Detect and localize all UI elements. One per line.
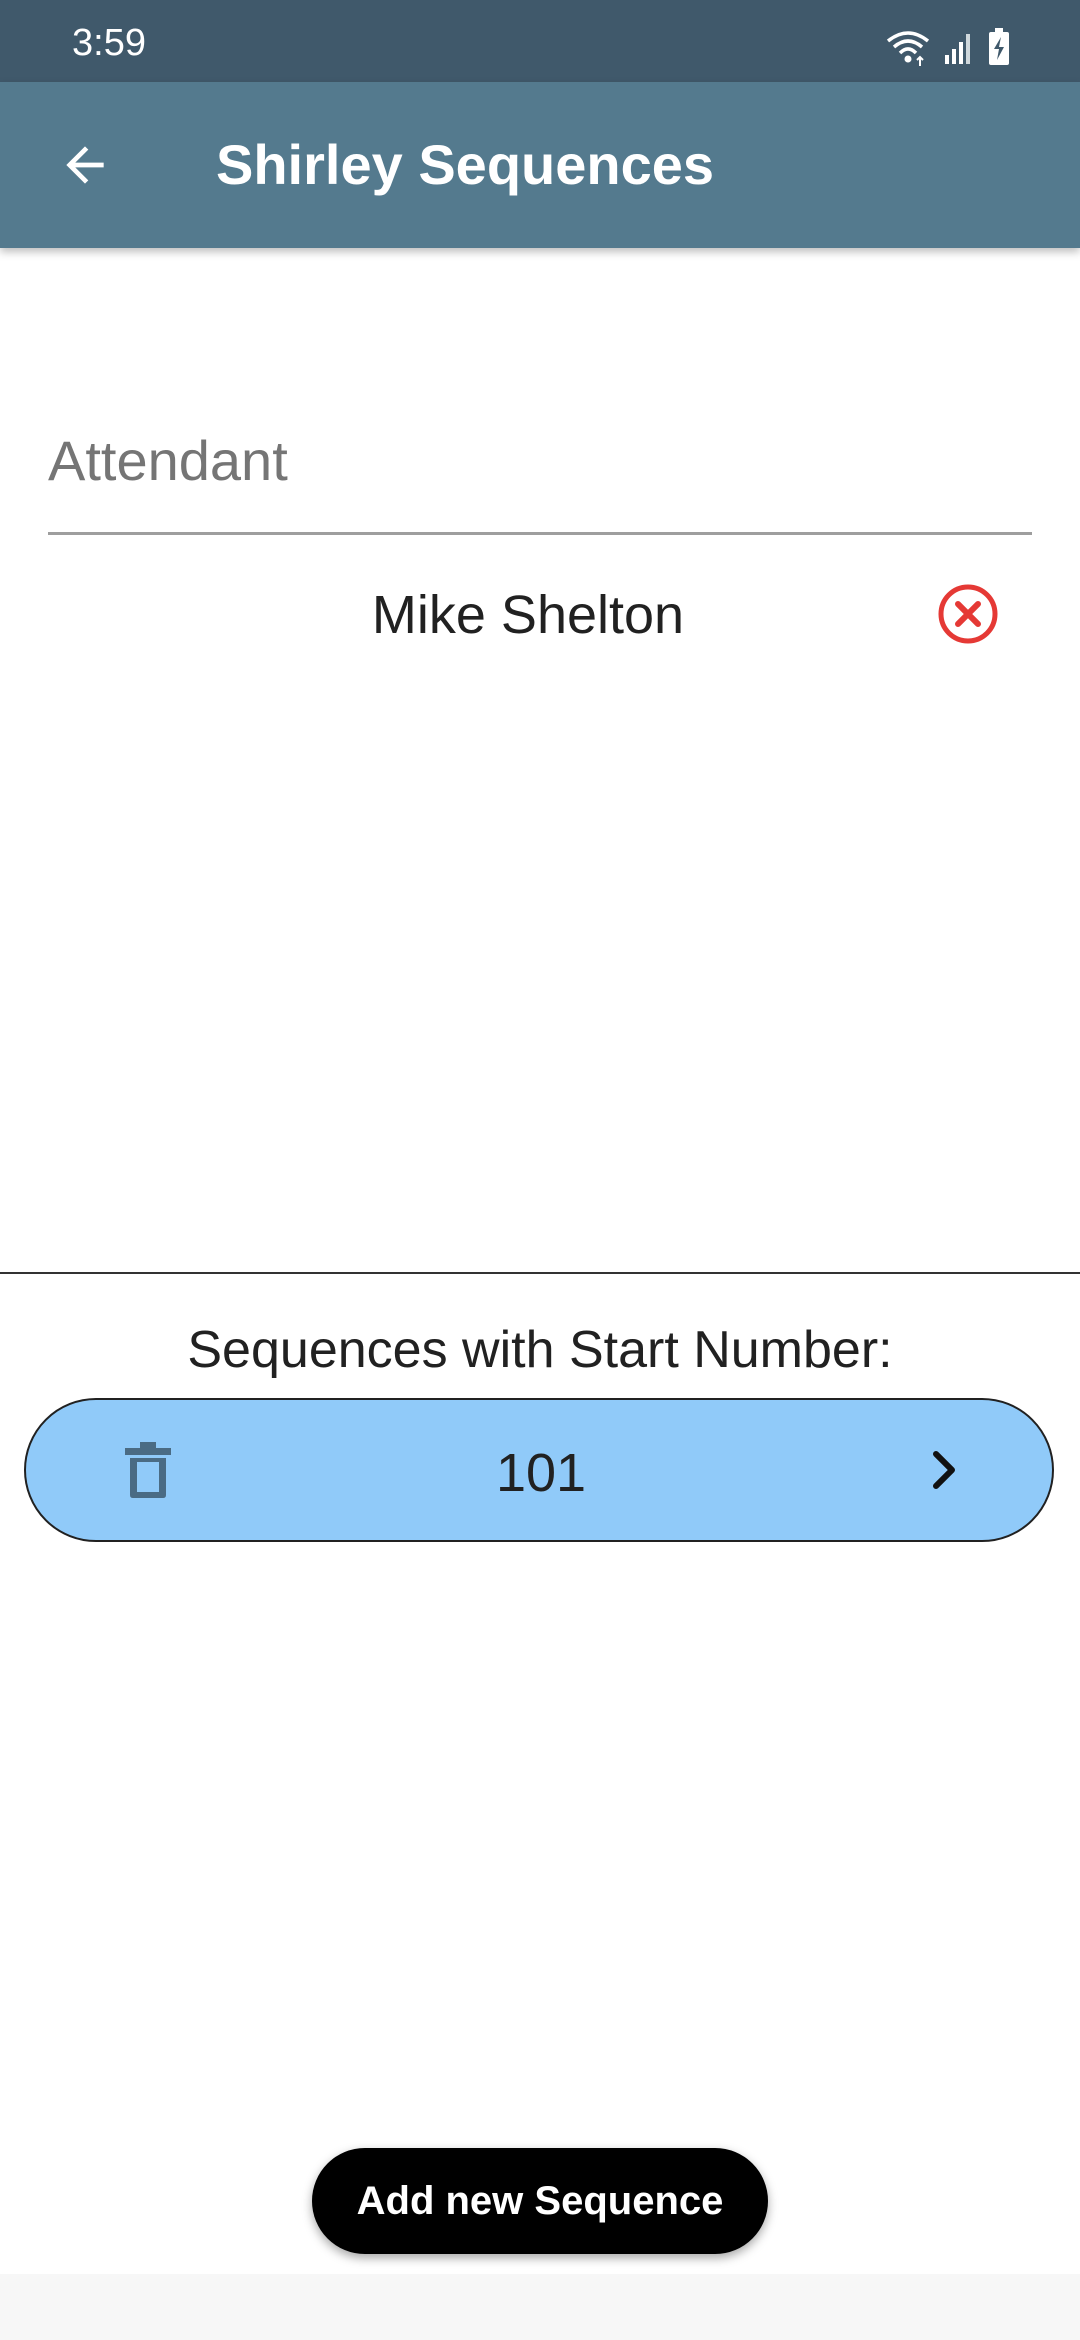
system-nav-bar [0, 2274, 1080, 2340]
attendant-row: Mike Shelton [48, 570, 1032, 660]
remove-attendant-button[interactable] [928, 576, 1008, 656]
sequence-number: 101 [495, 1443, 587, 1503]
signal-icon [944, 29, 974, 70]
add-sequence-button[interactable]: Add new Sequence [312, 2148, 768, 2254]
attendant-label: Attendant [48, 429, 288, 492]
open-sequence-button[interactable] [908, 1436, 980, 1508]
divider [0, 1272, 1080, 1274]
app-bar: Shirley Sequences [0, 82, 1080, 248]
wifi-icon [886, 27, 930, 72]
close-circle-icon [936, 582, 1000, 651]
status-time: 3:59 [72, 22, 146, 64]
arrow-left-icon [57, 137, 113, 198]
attendant-name: Mike Shelton [371, 585, 685, 645]
page-title: Shirley Sequences [216, 133, 715, 196]
status-icons [886, 26, 1010, 72]
status-bar: 3:59 [0, 0, 1080, 82]
battery-charging-icon [988, 27, 1010, 71]
attendant-field[interactable]: Attendant [48, 400, 1032, 535]
sequence-item[interactable]: 101 [24, 1398, 1054, 1542]
chevron-right-icon [924, 1446, 964, 1499]
sequences-heading: Sequences with Start Number: [187, 1321, 893, 1379]
back-button[interactable] [40, 122, 130, 212]
